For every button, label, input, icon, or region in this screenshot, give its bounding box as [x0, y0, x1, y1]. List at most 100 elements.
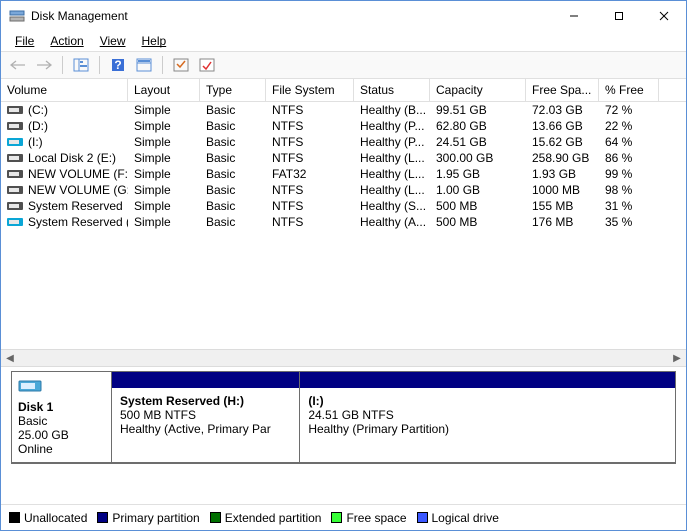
legend-item: Logical drive: [417, 511, 499, 525]
volume-row[interactable]: (C:)SimpleBasicNTFSHealthy (B...99.51 GB…: [1, 102, 686, 118]
disk-header[interactable]: Disk 1 Basic 25.00 GB Online: [11, 371, 111, 463]
title-bar: Disk Management: [1, 1, 686, 31]
legend-label: Primary partition: [112, 511, 199, 525]
partition-color-band: [112, 372, 299, 388]
volume-cell: 24.51 GB: [430, 134, 526, 150]
partition[interactable]: System Reserved (H:)500 MB NTFSHealthy (…: [111, 371, 300, 463]
refresh-button[interactable]: [170, 54, 192, 76]
menu-file[interactable]: File: [7, 32, 42, 50]
volume-row[interactable]: NEW VOLUME (G:)SimpleBasicNTFSHealthy (L…: [1, 182, 686, 198]
volume-cell: 176 MB: [526, 214, 599, 230]
partition-color-band: [300, 372, 675, 388]
scroll-right-icon[interactable]: ▶: [670, 351, 684, 365]
volume-cell: NTFS: [266, 214, 354, 230]
volume-cell: Healthy (P...: [354, 118, 430, 134]
volume-cell: 1000 MB: [526, 182, 599, 198]
partition[interactable]: (I:)24.51 GB NTFSHealthy (Primary Partit…: [300, 371, 676, 463]
disk-type: Basic: [18, 414, 105, 428]
volume-cell: NTFS: [266, 150, 354, 166]
volume-cell: 86 %: [599, 150, 659, 166]
volume-row[interactable]: System Reserved (...SimpleBasicNTFSHealt…: [1, 214, 686, 230]
column-header[interactable]: % Free: [599, 79, 659, 101]
volume-cell: 62.80 GB: [430, 118, 526, 134]
legend-label: Free space: [346, 511, 406, 525]
volume-cell: 99 %: [599, 166, 659, 182]
volume-cell: Simple: [128, 214, 200, 230]
volume-cell: Local Disk 2 (E:): [1, 150, 128, 166]
properties-button[interactable]: [196, 54, 218, 76]
drive-icon: [7, 120, 23, 132]
volume-cell: 1.93 GB: [526, 166, 599, 182]
scroll-left-icon[interactable]: ◀: [3, 351, 17, 365]
legend-item: Unallocated: [9, 511, 87, 525]
forward-button: [33, 54, 55, 76]
volume-cell: Simple: [128, 150, 200, 166]
volume-list: VolumeLayoutTypeFile SystemStatusCapacit…: [1, 79, 686, 230]
menu-action[interactable]: Action: [42, 32, 91, 50]
column-header[interactable]: Type: [200, 79, 266, 101]
volume-cell: Simple: [128, 118, 200, 134]
volume-cell: System Reserved: [1, 198, 128, 214]
back-button: [7, 54, 29, 76]
volume-cell: 72 %: [599, 102, 659, 118]
volume-cell: (I:): [1, 134, 128, 150]
volume-cell: Basic: [200, 118, 266, 134]
drive-icon: [7, 104, 23, 116]
volume-cell: System Reserved (...: [1, 214, 128, 230]
drive-icon: [7, 136, 23, 148]
volume-row[interactable]: Local Disk 2 (E:)SimpleBasicNTFSHealthy …: [1, 150, 686, 166]
disk-state: Online: [18, 442, 105, 456]
column-header[interactable]: Layout: [128, 79, 200, 101]
volume-cell: Simple: [128, 166, 200, 182]
close-button[interactable]: [641, 1, 686, 31]
volume-row[interactable]: System ReservedSimpleBasicNTFSHealthy (S…: [1, 198, 686, 214]
volume-cell: 13.66 GB: [526, 118, 599, 134]
volume-cell: 98 %: [599, 182, 659, 198]
minimize-button[interactable]: [551, 1, 596, 31]
app-icon: [9, 8, 25, 24]
column-header[interactable]: Capacity: [430, 79, 526, 101]
volume-cell: Basic: [200, 198, 266, 214]
column-header[interactable]: Free Spa...: [526, 79, 599, 101]
drive-icon: [7, 152, 23, 164]
menu-help[interactable]: Help: [134, 32, 175, 50]
volume-cell: FAT32: [266, 166, 354, 182]
volume-cell: NTFS: [266, 198, 354, 214]
maximize-button[interactable]: [596, 1, 641, 31]
volume-row[interactable]: (I:)SimpleBasicNTFSHealthy (P...24.51 GB…: [1, 134, 686, 150]
partition-status: Healthy (Active, Primary Par: [120, 422, 291, 436]
volume-cell: 31 %: [599, 198, 659, 214]
volume-row[interactable]: (D:)SimpleBasicNTFSHealthy (P...62.80 GB…: [1, 118, 686, 134]
volume-cell: Simple: [128, 102, 200, 118]
volume-cell: Healthy (L...: [354, 166, 430, 182]
volume-cell: Healthy (A...: [354, 214, 430, 230]
legend-swatch: [210, 512, 221, 523]
volume-cell: Basic: [200, 150, 266, 166]
horizontal-scrollbar[interactable]: ◀ ▶: [1, 349, 686, 367]
volume-cell: 1.00 GB: [430, 182, 526, 198]
show-hide-tree-button[interactable]: [70, 54, 92, 76]
layout-top-button[interactable]: [133, 54, 155, 76]
legend-label: Extended partition: [225, 511, 322, 525]
volume-cell: Simple: [128, 182, 200, 198]
window-title: Disk Management: [31, 9, 551, 23]
menu-view[interactable]: View: [92, 32, 134, 50]
volume-cell: Basic: [200, 182, 266, 198]
legend-swatch: [417, 512, 428, 523]
column-header[interactable]: File System: [266, 79, 354, 101]
volume-row[interactable]: NEW VOLUME (F:)SimpleBasicFAT32Healthy (…: [1, 166, 686, 182]
disk-icon: [18, 378, 42, 394]
column-header[interactable]: Volume: [1, 79, 128, 101]
help-button[interactable]: ?: [107, 54, 129, 76]
volume-cell: Basic: [200, 166, 266, 182]
partition-status: Healthy (Primary Partition): [308, 422, 667, 436]
volume-cell: Basic: [200, 102, 266, 118]
volume-cell: Healthy (P...: [354, 134, 430, 150]
volume-cell: Healthy (L...: [354, 182, 430, 198]
volume-cell: 22 %: [599, 118, 659, 134]
disk-row[interactable]: Disk 1 Basic 25.00 GB Online System Rese…: [11, 371, 676, 464]
volume-cell: NEW VOLUME (F:): [1, 166, 128, 182]
volume-cell: 99.51 GB: [430, 102, 526, 118]
legend: Unallocated Primary partition Extended par…: [1, 504, 686, 530]
column-header[interactable]: Status: [354, 79, 430, 101]
